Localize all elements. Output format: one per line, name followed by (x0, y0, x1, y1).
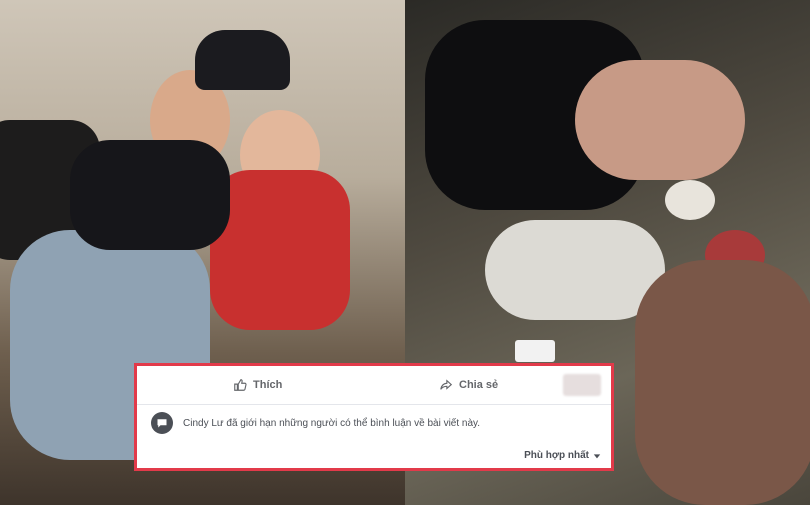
share-label: Chia sẻ (459, 379, 499, 391)
caret-down-icon (593, 453, 601, 458)
sort-label: Phù hợp nhất (524, 450, 589, 461)
arms-shape (575, 60, 745, 180)
comment-restriction-notice: Cindy Lư đã giới hạn những người có thể … (151, 412, 480, 434)
person-foreground-shape (635, 260, 810, 505)
plate-shape (665, 180, 715, 220)
cap-shape (195, 30, 290, 90)
sort-dropdown[interactable]: Phù hợp nhất (524, 450, 601, 461)
phone-shape (515, 340, 555, 362)
share-button[interactable]: Chia sẻ (439, 366, 498, 404)
comment-bubble-icon (151, 412, 173, 434)
post-action-row: Thích Chia sẻ (137, 366, 611, 405)
like-button[interactable]: Thích (233, 366, 282, 404)
thumbs-up-icon (234, 379, 247, 391)
notice-text: Cindy Lư đã giới hạn những người có thể … (183, 417, 481, 429)
like-label: Thích (253, 379, 283, 391)
blurred-avatar (563, 374, 601, 396)
white-clothing-shape (485, 220, 665, 320)
share-arrow-icon (440, 379, 453, 390)
black-jacket-shape (70, 140, 230, 250)
facebook-post-card: Thích Chia sẻ Cindy Lư đã giới hạn những… (134, 363, 614, 471)
red-dress-shape (210, 170, 350, 330)
